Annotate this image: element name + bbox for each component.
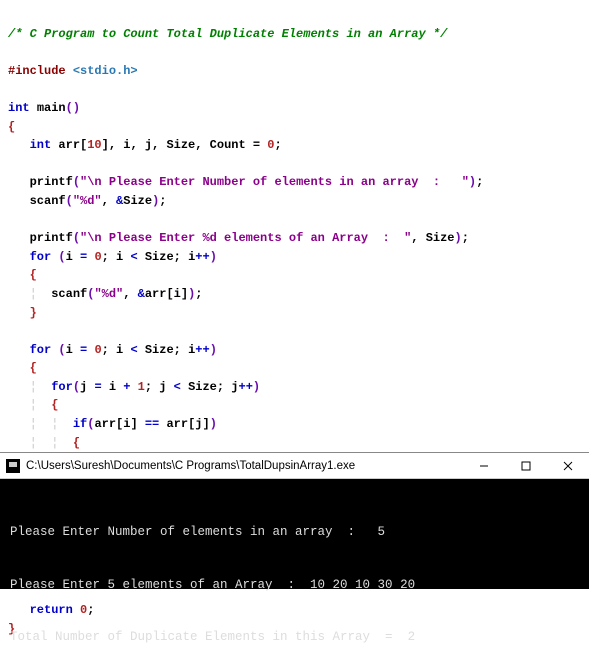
preproc-include: #include xyxy=(8,64,66,78)
app-icon xyxy=(6,459,20,473)
minimize-button[interactable] xyxy=(463,453,505,479)
console-window: C:\Users\Suresh\Documents\C Programs\Tot… xyxy=(0,452,589,589)
console-line: Please Enter Number of elements in an ar… xyxy=(10,525,385,539)
window-titlebar[interactable]: C:\Users\Suresh\Documents\C Programs\Tot… xyxy=(0,453,589,479)
window-title: C:\Users\Suresh\Documents\C Programs\Tot… xyxy=(26,460,463,472)
kw-int: int xyxy=(8,101,30,115)
console-output: Please Enter Number of elements in an ar… xyxy=(0,479,589,589)
console-line: Please Enter 5 elements of an Array : 10… xyxy=(10,578,415,592)
maximize-button[interactable] xyxy=(505,453,547,479)
code-comment: /* C Program to Count Total Duplicate El… xyxy=(8,27,447,41)
console-line: Total Number of Duplicate Elements in th… xyxy=(10,630,415,644)
include-header: <stdio.h> xyxy=(73,64,138,78)
fn-main: main xyxy=(37,101,66,115)
close-button[interactable] xyxy=(547,453,589,479)
